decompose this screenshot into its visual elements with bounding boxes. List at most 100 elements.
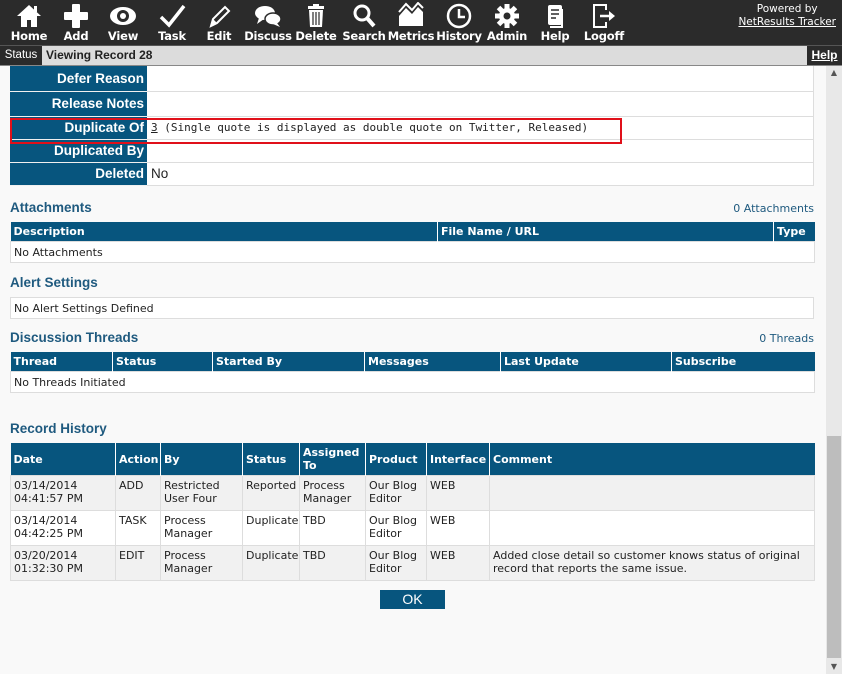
column-header[interactable]: Subscribe	[671, 352, 815, 372]
field-value	[147, 91, 814, 117]
netresults-tracker-link[interactable]: NetResults Tracker	[738, 16, 836, 29]
toolbar-logoff-button[interactable]: Logoff	[584, 2, 624, 44]
column-header[interactable]: File Name / URL	[437, 222, 774, 242]
chart-icon	[398, 2, 424, 26]
toolbar-search-button[interactable]: Search	[342, 2, 386, 44]
chat-bubbles-icon	[255, 6, 282, 27]
threads-empty-row: No Threads Initiated	[10, 371, 815, 393]
record-content: Defer Reason Release Notes Duplicate Of …	[0, 66, 826, 674]
history-action: TASK	[115, 510, 161, 546]
scroll-down-arrow-icon[interactable]: ▼	[826, 660, 842, 674]
column-header[interactable]: Action	[115, 443, 161, 476]
vertical-scrollbar[interactable]: ▲ ▼	[826, 66, 842, 674]
empty-message: No Attachments	[10, 241, 815, 263]
column-header[interactable]: Status	[112, 352, 213, 372]
home-icon	[17, 5, 41, 27]
history-interface: WEB	[426, 545, 490, 581]
attachments-header-row: Description File Name / URL Type	[10, 222, 815, 242]
powered-by-text: Powered by	[756, 3, 818, 15]
toolbar-home-button[interactable]: Home	[9, 2, 49, 44]
field-value	[147, 66, 814, 92]
record-history-title: Record History	[10, 421, 107, 436]
column-header[interactable]: Last Update	[500, 352, 672, 372]
field-row-duplicate-of: Duplicate Of 3 (Single quote is displaye…	[10, 116, 814, 140]
threads-count: 0 Threads	[759, 332, 814, 345]
logout-icon	[593, 4, 615, 28]
toolbar-history-button[interactable]: History	[436, 2, 482, 44]
status-text: Viewing Record 28	[46, 48, 153, 62]
attachments-empty-row: No Attachments	[10, 241, 815, 263]
column-header[interactable]: Status	[242, 443, 300, 476]
empty-message: No Threads Initiated	[10, 371, 815, 393]
scroll-up-arrow-icon[interactable]: ▲	[826, 66, 842, 80]
history-date: 03/14/2014 04:41:57 PM	[10, 475, 116, 511]
duplicate-record-summary: (Single quote is displayed as double quo…	[157, 121, 589, 134]
threads-header-row: Thread Status Started By Messages Last U…	[10, 352, 815, 372]
column-header[interactable]: Product	[365, 443, 427, 476]
column-header[interactable]: Description	[10, 222, 438, 242]
field-label: Defer Reason	[10, 66, 147, 92]
toolbar-help-button[interactable]: Help	[538, 2, 572, 44]
trash-icon	[308, 4, 324, 27]
history-comment	[489, 510, 815, 546]
column-header[interactable]: Comment	[489, 443, 815, 476]
record-fields: Defer Reason Release Notes Duplicate Of …	[10, 66, 814, 186]
field-label: Duplicate Of	[10, 116, 147, 140]
history-row: 03/14/2014 04:42:25 PM TASK Process Mana…	[10, 510, 815, 546]
history-interface: WEB	[426, 475, 490, 511]
history-assigned: TBD	[299, 545, 366, 581]
column-header[interactable]: Assigned To	[299, 443, 366, 476]
ok-button[interactable]: OK	[380, 590, 445, 609]
history-by: Process Manager	[160, 545, 243, 581]
column-header[interactable]: Messages	[364, 352, 501, 372]
alert-settings-title: Alert Settings	[10, 275, 98, 290]
column-header[interactable]: Thread	[10, 352, 113, 372]
field-row-defer-reason: Defer Reason	[10, 66, 814, 92]
field-value: 3 (Single quote is displayed as double q…	[147, 116, 814, 140]
field-row-duplicated-by: Duplicated By	[10, 139, 814, 163]
plus-icon	[64, 4, 88, 28]
record-history-table: Date Action By Status Assigned To Produc…	[10, 443, 815, 581]
toolbar-discuss-button[interactable]: Discuss	[244, 2, 292, 44]
column-header[interactable]: By	[160, 443, 243, 476]
gear-icon	[495, 4, 519, 28]
powered-by: Powered by NetResults Tracker	[738, 3, 836, 29]
history-assigned: Process Manager	[299, 475, 366, 511]
history-comment	[489, 475, 815, 511]
field-label: Release Notes	[10, 91, 147, 117]
alert-settings-table: No Alert Settings Defined	[10, 297, 814, 319]
toolbar-admin-button[interactable]: Admin	[487, 2, 527, 44]
toolbar-task-button[interactable]: Task	[155, 2, 189, 44]
main-toolbar: Home Add View Task Edit Discuss Delete S…	[0, 0, 842, 46]
duplicate-record-link[interactable]: 3	[151, 121, 158, 134]
history-product: Our Blog Editor	[365, 510, 427, 546]
toolbar-delete-button[interactable]: Delete	[295, 2, 337, 44]
clock-icon	[446, 3, 472, 29]
history-action: EDIT	[115, 545, 161, 581]
history-comment: Added close detail so customer knows sta…	[489, 545, 815, 581]
scrollbar-thumb[interactable]	[827, 436, 841, 658]
toolbar-add-button[interactable]: Add	[60, 2, 92, 44]
magnifier-icon	[353, 4, 376, 28]
column-header[interactable]: Date	[10, 443, 116, 476]
attachments-count: 0 Attachments	[733, 202, 814, 215]
history-product: Our Blog Editor	[365, 545, 427, 581]
eye-icon	[110, 7, 136, 25]
toolbar-view-button[interactable]: View	[105, 2, 141, 44]
history-by: Process Manager	[160, 510, 243, 546]
field-label: Deleted	[10, 162, 147, 186]
column-header[interactable]: Interface	[426, 443, 490, 476]
column-header[interactable]: Started By	[212, 352, 365, 372]
history-by: Restricted User Four	[160, 475, 243, 511]
attachments-title: Attachments	[10, 200, 92, 215]
history-assigned: TBD	[299, 510, 366, 546]
field-row-deleted: Deleted No	[10, 162, 814, 186]
help-link[interactable]: Help	[807, 46, 842, 65]
column-header[interactable]: Type	[773, 222, 815, 242]
history-status: Duplicate	[242, 510, 300, 546]
toolbar-metrics-button[interactable]: Metrics	[388, 2, 435, 44]
discussion-threads-title: Discussion Threads	[10, 330, 139, 345]
empty-message: No Alert Settings Defined	[10, 297, 814, 319]
toolbar-edit-button[interactable]: Edit	[203, 2, 235, 44]
attachments-table: Description File Name / URL Type No Atta…	[10, 222, 815, 263]
